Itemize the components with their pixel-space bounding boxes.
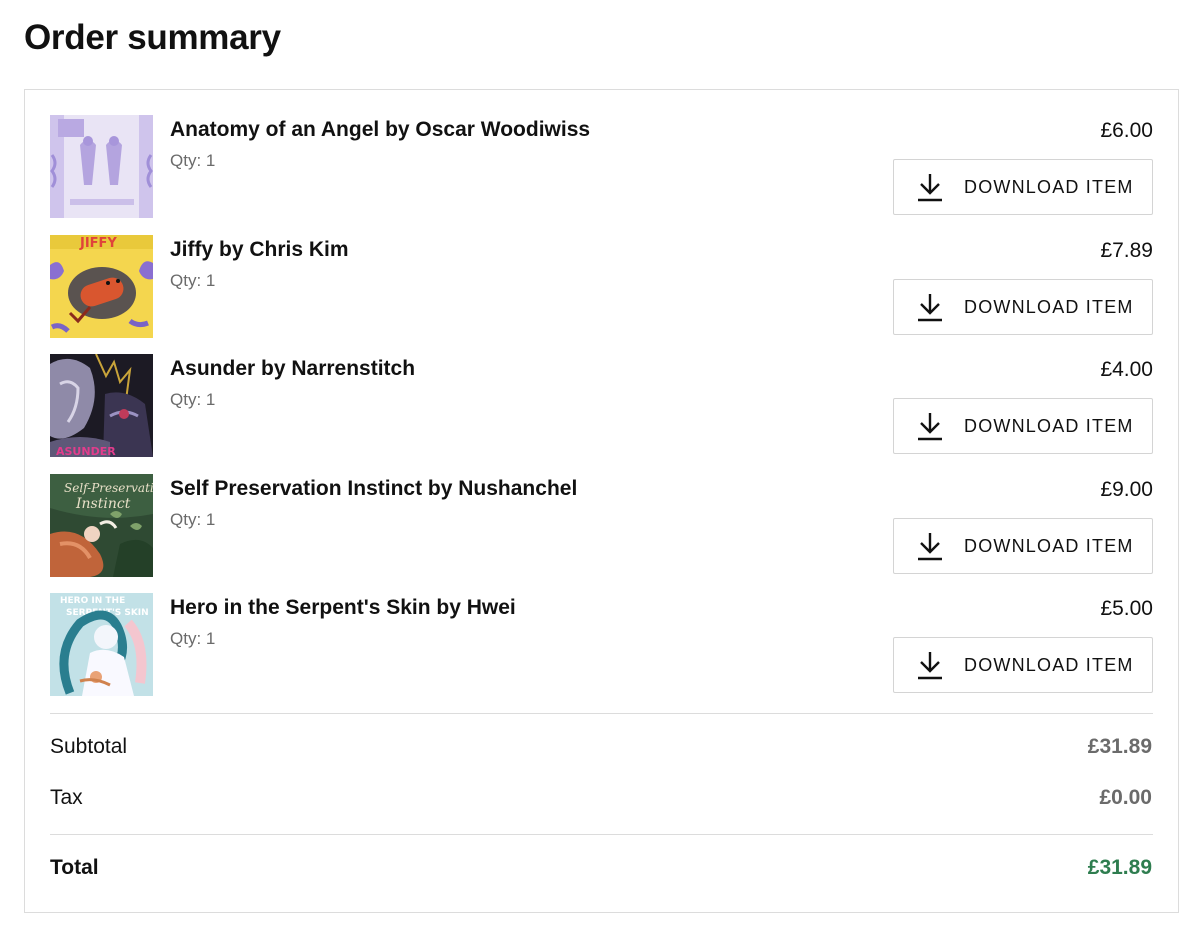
download-item-button[interactable]: DOWNLOAD ITEM	[893, 518, 1153, 574]
total-value: £31.89	[1087, 856, 1152, 879]
item-title: Hero in the Serpent's Skin by Hwei	[170, 596, 516, 619]
item-title: Self Preservation Instinct by Nushanchel	[170, 477, 578, 500]
subtotal-label: Subtotal	[50, 735, 128, 758]
download-button-label: DOWNLOAD ITEM	[964, 176, 1134, 197]
download-item-button[interactable]: DOWNLOAD ITEM	[893, 398, 1153, 454]
svg-text:JIFFY: JIFFY	[79, 236, 117, 251]
item-price: £6.00	[1100, 119, 1153, 142]
order-item: Anatomy of an Angel by Oscar Woodiwiss Q…	[50, 115, 1153, 218]
cover-image-self-preservation-instinct[interactable]: Self-Preservation Instinct	[50, 474, 153, 577]
order-item: Self-Preservation Instinct Self Preserva…	[50, 474, 1153, 577]
download-button-label: DOWNLOAD ITEM	[964, 296, 1134, 317]
item-price: £4.00	[1100, 358, 1153, 381]
svg-text:ASUNDER: ASUNDER	[56, 445, 116, 457]
download-item-button[interactable]: DOWNLOAD ITEM	[893, 637, 1153, 693]
download-icon	[918, 413, 942, 441]
item-quantity: Qty: 1	[170, 510, 216, 529]
item-quantity: Qty: 1	[170, 629, 216, 648]
download-icon	[918, 533, 942, 561]
item-title: Jiffy by Chris Kim	[170, 238, 349, 261]
svg-text:Instinct: Instinct	[75, 496, 131, 512]
svg-text:HERO IN THE: HERO IN THE	[60, 596, 125, 606]
order-item: HERO IN THE SERPENT'S SKIN Hero in the S…	[50, 593, 1153, 696]
download-icon	[918, 294, 942, 322]
item-quantity: Qty: 1	[170, 390, 216, 409]
item-price: £7.89	[1100, 239, 1153, 262]
item-price: £5.00	[1100, 597, 1153, 620]
order-item: JIFFY Jiffy by Chris Kim Qty: 1 £7.89 DO…	[50, 235, 1153, 338]
tax-label: Tax	[50, 786, 83, 809]
cover-image-asunder[interactable]: ASUNDER	[50, 354, 153, 457]
divider	[50, 834, 1153, 835]
total-label: Total	[50, 856, 99, 879]
item-title: Asunder by Narrenstitch	[170, 357, 416, 380]
tax-value: £0.00	[1099, 786, 1152, 809]
svg-text:Self-Preservation: Self-Preservation	[64, 481, 153, 495]
download-button-label: DOWNLOAD ITEM	[964, 654, 1134, 675]
item-quantity: Qty: 1	[170, 271, 216, 290]
cover-image-anatomy-of-an-angel[interactable]	[50, 115, 153, 218]
download-item-button[interactable]: DOWNLOAD ITEM	[893, 159, 1153, 215]
cover-image-jiffy[interactable]: JIFFY	[50, 235, 153, 338]
cover-image-hero-in-the-serpents-skin[interactable]: HERO IN THE SERPENT'S SKIN	[50, 593, 153, 696]
download-icon	[918, 652, 942, 680]
order-item: ASUNDER Asunder by Narrenstitch Qty: 1 £…	[50, 354, 1153, 457]
download-item-button[interactable]: DOWNLOAD ITEM	[893, 279, 1153, 335]
item-price: £9.00	[1100, 478, 1153, 501]
download-icon	[918, 174, 942, 202]
page-title: Order summary	[24, 18, 281, 57]
download-button-label: DOWNLOAD ITEM	[964, 535, 1134, 556]
divider	[50, 713, 1153, 714]
subtotal-value: £31.89	[1087, 735, 1152, 758]
download-button-label: DOWNLOAD ITEM	[964, 415, 1134, 436]
order-summary-card: Anatomy of an Angel by Oscar Woodiwiss Q…	[24, 89, 1179, 913]
item-title: Anatomy of an Angel by Oscar Woodiwiss	[170, 118, 591, 141]
item-quantity: Qty: 1	[170, 151, 216, 170]
